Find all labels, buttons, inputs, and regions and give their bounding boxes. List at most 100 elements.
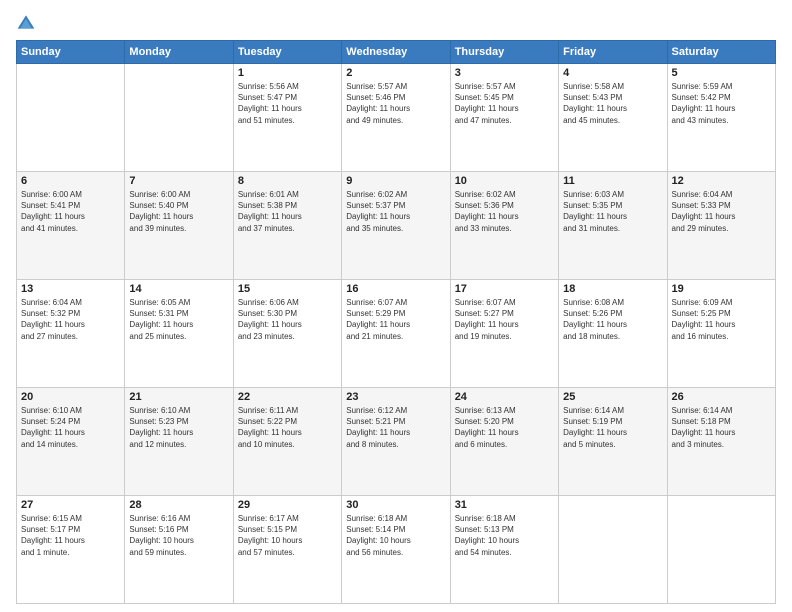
cell-info: Sunrise: 6:14 AM Sunset: 5:19 PM Dayligh… bbox=[563, 405, 662, 450]
calendar-cell: 30 Sunrise: 6:18 AM Sunset: 5:14 PM Dayli… bbox=[342, 496, 450, 604]
cell-info: Sunrise: 5:57 AM Sunset: 5:45 PM Dayligh… bbox=[455, 81, 554, 126]
day-number: 23 bbox=[346, 391, 445, 403]
cell-info: Sunrise: 6:05 AM Sunset: 5:31 PM Dayligh… bbox=[129, 297, 228, 342]
week-row-0: 1 Sunrise: 5:56 AM Sunset: 5:47 PM Daylig… bbox=[17, 64, 776, 172]
calendar-cell bbox=[125, 64, 233, 172]
calendar-cell: 27 Sunrise: 6:15 AM Sunset: 5:17 PM Dayli… bbox=[17, 496, 125, 604]
cell-info: Sunrise: 6:16 AM Sunset: 5:16 PM Dayligh… bbox=[129, 513, 228, 558]
day-number: 30 bbox=[346, 499, 445, 511]
day-number: 8 bbox=[238, 175, 337, 187]
day-number: 13 bbox=[21, 283, 120, 295]
day-number: 20 bbox=[21, 391, 120, 403]
calendar-cell bbox=[667, 496, 775, 604]
cell-info: Sunrise: 6:12 AM Sunset: 5:21 PM Dayligh… bbox=[346, 405, 445, 450]
col-header-tuesday: Tuesday bbox=[233, 41, 341, 64]
day-number: 18 bbox=[563, 283, 662, 295]
cell-info: Sunrise: 6:01 AM Sunset: 5:38 PM Dayligh… bbox=[238, 189, 337, 234]
day-number: 29 bbox=[238, 499, 337, 511]
calendar-cell: 11 Sunrise: 6:03 AM Sunset: 5:35 PM Dayli… bbox=[559, 172, 667, 280]
day-number: 25 bbox=[563, 391, 662, 403]
day-number: 7 bbox=[129, 175, 228, 187]
calendar-cell: 25 Sunrise: 6:14 AM Sunset: 5:19 PM Dayli… bbox=[559, 388, 667, 496]
calendar-cell: 5 Sunrise: 5:59 AM Sunset: 5:42 PM Daylig… bbox=[667, 64, 775, 172]
calendar-cell: 31Sunrise: 6:18 AM Sunset: 5:13 PM Dayli… bbox=[450, 496, 558, 604]
day-number: 5 bbox=[672, 67, 771, 79]
day-number: 28 bbox=[129, 499, 228, 511]
day-number: 1 bbox=[238, 67, 337, 79]
calendar-cell: 4 Sunrise: 5:58 AM Sunset: 5:43 PM Daylig… bbox=[559, 64, 667, 172]
week-row-4: 27 Sunrise: 6:15 AM Sunset: 5:17 PM Dayli… bbox=[17, 496, 776, 604]
col-header-friday: Friday bbox=[559, 41, 667, 64]
cell-info: Sunrise: 6:00 AM Sunset: 5:41 PM Dayligh… bbox=[21, 189, 120, 234]
calendar-cell: 19Sunrise: 6:09 AM Sunset: 5:25 PM Dayli… bbox=[667, 280, 775, 388]
cell-info: Sunrise: 6:06 AM Sunset: 5:30 PM Dayligh… bbox=[238, 297, 337, 342]
col-header-saturday: Saturday bbox=[667, 41, 775, 64]
day-number: 17 bbox=[455, 283, 554, 295]
cell-info: Sunrise: 6:10 AM Sunset: 5:24 PM Dayligh… bbox=[21, 405, 120, 450]
cell-info: Sunrise: 6:15 AM Sunset: 5:17 PM Dayligh… bbox=[21, 513, 120, 558]
calendar-cell: 12 Sunrise: 6:04 AM Sunset: 5:33 PM Dayli… bbox=[667, 172, 775, 280]
cell-info: Sunrise: 6:10 AM Sunset: 5:23 PM Dayligh… bbox=[129, 405, 228, 450]
cell-info: Sunrise: 6:07 AM Sunset: 5:29 PM Dayligh… bbox=[346, 297, 445, 342]
cell-info: Sunrise: 6:04 AM Sunset: 5:32 PM Dayligh… bbox=[21, 297, 120, 342]
cell-info: Sunrise: 6:03 AM Sunset: 5:35 PM Dayligh… bbox=[563, 189, 662, 234]
calendar-cell: 21 Sunrise: 6:10 AM Sunset: 5:23 PM Dayli… bbox=[125, 388, 233, 496]
day-number: 27 bbox=[21, 499, 120, 511]
cell-info: Sunrise: 6:18 AM Sunset: 5:14 PM Dayligh… bbox=[346, 513, 445, 558]
col-header-sunday: Sunday bbox=[17, 41, 125, 64]
day-number: 11 bbox=[563, 175, 662, 187]
col-header-wednesday: Wednesday bbox=[342, 41, 450, 64]
day-number: 31 bbox=[455, 499, 554, 511]
cell-info: Sunrise: 5:58 AM Sunset: 5:43 PM Dayligh… bbox=[563, 81, 662, 126]
calendar-cell: 22Sunrise: 6:11 AM Sunset: 5:22 PM Dayli… bbox=[233, 388, 341, 496]
day-number: 16 bbox=[346, 283, 445, 295]
calendar-table: SundayMondayTuesdayWednesdayThursdayFrid… bbox=[16, 40, 776, 604]
day-number: 10 bbox=[455, 175, 554, 187]
header bbox=[16, 12, 776, 32]
calendar-cell: 1 Sunrise: 5:56 AM Sunset: 5:47 PM Daylig… bbox=[233, 64, 341, 172]
logo-icon bbox=[16, 12, 36, 32]
calendar-cell: 18Sunrise: 6:08 AM Sunset: 5:26 PM Dayli… bbox=[559, 280, 667, 388]
cell-info: Sunrise: 5:59 AM Sunset: 5:42 PM Dayligh… bbox=[672, 81, 771, 126]
week-row-1: 6 Sunrise: 6:00 AM Sunset: 5:41 PM Daylig… bbox=[17, 172, 776, 280]
calendar-cell: 24Sunrise: 6:13 AM Sunset: 5:20 PM Dayli… bbox=[450, 388, 558, 496]
cell-info: Sunrise: 5:56 AM Sunset: 5:47 PM Dayligh… bbox=[238, 81, 337, 126]
calendar-cell: 7 Sunrise: 6:00 AM Sunset: 5:40 PM Daylig… bbox=[125, 172, 233, 280]
day-number: 24 bbox=[455, 391, 554, 403]
day-number: 26 bbox=[672, 391, 771, 403]
col-header-thursday: Thursday bbox=[450, 41, 558, 64]
day-number: 19 bbox=[672, 283, 771, 295]
day-number: 6 bbox=[21, 175, 120, 187]
day-number: 14 bbox=[129, 283, 228, 295]
calendar-cell: 15Sunrise: 6:06 AM Sunset: 5:30 PM Dayli… bbox=[233, 280, 341, 388]
cell-info: Sunrise: 6:02 AM Sunset: 5:37 PM Dayligh… bbox=[346, 189, 445, 234]
cell-info: Sunrise: 6:00 AM Sunset: 5:40 PM Dayligh… bbox=[129, 189, 228, 234]
header-row: SundayMondayTuesdayWednesdayThursdayFrid… bbox=[17, 41, 776, 64]
day-number: 4 bbox=[563, 67, 662, 79]
calendar-cell: 20 Sunrise: 6:10 AM Sunset: 5:24 PM Dayli… bbox=[17, 388, 125, 496]
page: SundayMondayTuesdayWednesdayThursdayFrid… bbox=[0, 0, 792, 612]
day-number: 12 bbox=[672, 175, 771, 187]
week-row-2: 13 Sunrise: 6:04 AM Sunset: 5:32 PM Dayli… bbox=[17, 280, 776, 388]
calendar-cell: 28 Sunrise: 6:16 AM Sunset: 5:16 PM Dayli… bbox=[125, 496, 233, 604]
calendar-cell: 9 Sunrise: 6:02 AM Sunset: 5:37 PM Daylig… bbox=[342, 172, 450, 280]
cell-info: Sunrise: 6:02 AM Sunset: 5:36 PM Dayligh… bbox=[455, 189, 554, 234]
calendar-cell: 16 Sunrise: 6:07 AM Sunset: 5:29 PM Dayli… bbox=[342, 280, 450, 388]
cell-info: Sunrise: 6:14 AM Sunset: 5:18 PM Dayligh… bbox=[672, 405, 771, 450]
cell-info: Sunrise: 6:11 AM Sunset: 5:22 PM Dayligh… bbox=[238, 405, 337, 450]
calendar-cell: 14 Sunrise: 6:05 AM Sunset: 5:31 PM Dayli… bbox=[125, 280, 233, 388]
week-row-3: 20 Sunrise: 6:10 AM Sunset: 5:24 PM Dayli… bbox=[17, 388, 776, 496]
cell-info: Sunrise: 6:07 AM Sunset: 5:27 PM Dayligh… bbox=[455, 297, 554, 342]
day-number: 21 bbox=[129, 391, 228, 403]
day-number: 9 bbox=[346, 175, 445, 187]
calendar-cell bbox=[17, 64, 125, 172]
logo bbox=[16, 12, 38, 32]
calendar-cell: 8 Sunrise: 6:01 AM Sunset: 5:38 PM Daylig… bbox=[233, 172, 341, 280]
calendar-cell: 6 Sunrise: 6:00 AM Sunset: 5:41 PM Daylig… bbox=[17, 172, 125, 280]
cell-info: Sunrise: 6:04 AM Sunset: 5:33 PM Dayligh… bbox=[672, 189, 771, 234]
day-number: 3 bbox=[455, 67, 554, 79]
calendar-cell: 29Sunrise: 6:17 AM Sunset: 5:15 PM Dayli… bbox=[233, 496, 341, 604]
calendar-cell: 2Sunrise: 5:57 AM Sunset: 5:46 PM Daylig… bbox=[342, 64, 450, 172]
col-header-monday: Monday bbox=[125, 41, 233, 64]
calendar-cell: 10 Sunrise: 6:02 AM Sunset: 5:36 PM Dayli… bbox=[450, 172, 558, 280]
